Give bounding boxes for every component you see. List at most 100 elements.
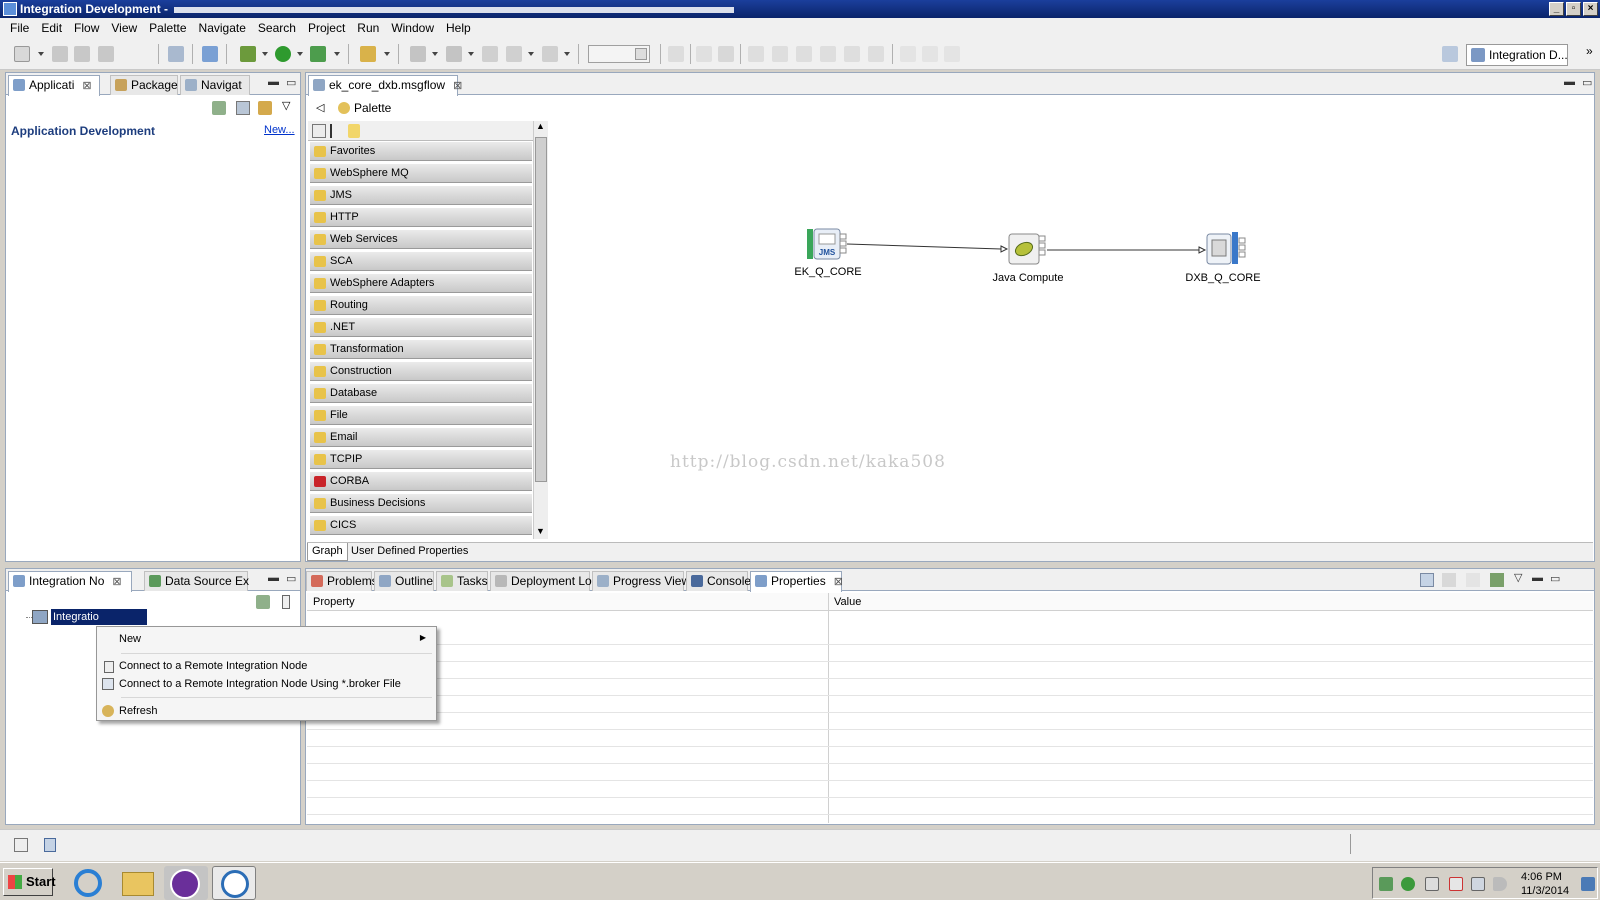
restore-icon[interactable]: ▫ — [1566, 2, 1581, 16]
view-menu-icon[interactable]: ▽ — [282, 99, 290, 112]
taskbar-explorer[interactable] — [116, 866, 160, 900]
maximize-view-icon[interactable]: ▭ — [286, 572, 296, 585]
zoom-dropdown[interactable] — [588, 45, 650, 63]
refresh-nodes-icon[interactable] — [256, 595, 270, 609]
tab-user-defined-properties[interactable]: User Defined Properties — [347, 543, 472, 561]
taskbar-internet-explorer[interactable] — [66, 866, 110, 900]
column-header-property[interactable]: Property — [313, 596, 355, 608]
palette-item-database[interactable]: Database — [310, 384, 532, 403]
sync-icon[interactable] — [212, 101, 226, 115]
node-dxb-q-core[interactable] — [1206, 232, 1246, 265]
tab-progress-view[interactable]: Progress View — [592, 571, 690, 591]
menu-edit[interactable]: Edit — [35, 21, 68, 35]
restore-default-icon[interactable] — [1466, 573, 1480, 587]
terminal-icon[interactable] — [1038, 235, 1046, 242]
menu-view[interactable]: View — [105, 21, 143, 35]
next-annotation-icon[interactable] — [410, 46, 426, 62]
grid-icon[interactable] — [696, 46, 712, 62]
minimize-view-icon[interactable]: ▬ — [1564, 76, 1575, 88]
palette-item-dotnet[interactable]: .NET — [310, 318, 532, 337]
match-width-icon[interactable] — [900, 46, 916, 62]
taskbar-globe-app[interactable] — [164, 866, 208, 900]
minimize-view-icon[interactable]: ▬ — [268, 572, 279, 584]
terminal-icon[interactable] — [1238, 244, 1246, 251]
close-icon[interactable]: ⊠ — [834, 576, 843, 588]
save-icon[interactable] — [52, 46, 68, 62]
palette-item-cics[interactable]: CICS — [310, 516, 532, 535]
minimize-view-icon[interactable]: ▬ — [1532, 572, 1543, 584]
palette-item-tcpip[interactable]: TCPIP — [310, 450, 532, 469]
menu-palette[interactable]: Palette — [143, 21, 192, 35]
tree-item-integration-nodes[interactable]: Integratio — [51, 609, 147, 625]
menu-window[interactable]: Window — [385, 21, 440, 35]
connection-icon[interactable] — [668, 46, 684, 62]
tab-data-source-explorer[interactable]: Data Source Ex — [144, 571, 249, 591]
collapse-all-icon[interactable] — [236, 101, 250, 115]
scroll-down-icon[interactable]: ▼ — [536, 526, 545, 536]
terminal-icon[interactable] — [839, 233, 847, 240]
close-icon[interactable]: ⊠ — [453, 80, 462, 92]
align-middle-icon[interactable] — [844, 46, 860, 62]
scroll-up-icon[interactable]: ▲ — [536, 121, 545, 131]
search-icon[interactable] — [360, 46, 376, 62]
palette-item-web-services[interactable]: Web Services — [310, 230, 532, 249]
palette-item-file[interactable]: File — [310, 406, 532, 425]
perspective-switcher[interactable]: Integration D... — [1466, 44, 1568, 66]
selection-tool-icon[interactable] — [312, 124, 326, 138]
clock-date[interactable]: 11/3/2014 — [1521, 885, 1569, 897]
tab-tasks[interactable]: Tasks — [436, 571, 488, 591]
minimize-view-icon[interactable]: ▬ — [268, 76, 279, 88]
tab-outline[interactable]: Outline — [374, 571, 434, 591]
open-perspective-icon[interactable] — [168, 46, 184, 62]
fast-view-icon[interactable] — [14, 838, 28, 852]
tray-volume-icon[interactable] — [1493, 877, 1507, 891]
show-desktop-icon[interactable] — [1581, 877, 1595, 891]
menu-navigate[interactable]: Navigate — [193, 21, 252, 35]
terminal-icon[interactable] — [839, 247, 847, 254]
link-with-editor-icon[interactable] — [258, 101, 272, 115]
scrollbar-thumb[interactable] — [535, 137, 547, 482]
previous-annotation-icon[interactable] — [446, 46, 462, 62]
terminal-icon[interactable] — [1038, 249, 1046, 256]
start-button[interactable]: Start — [3, 868, 56, 896]
pin-icon[interactable] — [1490, 573, 1504, 587]
forward-icon[interactable] — [542, 46, 558, 62]
filter-icon[interactable] — [1442, 573, 1456, 587]
palette-item-routing[interactable]: Routing — [310, 296, 532, 315]
tab-integration-nodes[interactable]: Integration No ⊠ — [8, 571, 132, 592]
connection-line[interactable] — [846, 243, 1002, 250]
back-icon[interactable] — [506, 46, 522, 62]
palette-item-websphere-mq[interactable]: WebSphere MQ — [310, 164, 532, 183]
minimize-icon[interactable]: _ — [1549, 2, 1564, 16]
last-edit-icon[interactable] — [482, 46, 498, 62]
chevron-left-icon[interactable]: ◁ — [316, 101, 324, 114]
close-icon[interactable]: × — [1583, 2, 1598, 16]
palette-item-transformation[interactable]: Transformation — [310, 340, 532, 359]
tab-deployment-log[interactable]: Deployment Log — [490, 571, 598, 591]
tab-ek-core-dxb-msgflow[interactable]: ek_core_dxb.msgflow ⊠ — [308, 75, 462, 96]
align-center-icon[interactable] — [772, 46, 788, 62]
snap-grid-icon[interactable] — [718, 46, 734, 62]
palette-item-websphere-adapters[interactable]: WebSphere Adapters — [310, 274, 532, 293]
menu-run[interactable]: Run — [351, 21, 385, 35]
align-left-icon[interactable] — [748, 46, 764, 62]
new-link[interactable]: New... — [264, 124, 295, 136]
menu-search[interactable]: Search — [252, 21, 302, 35]
node-ek-q-core[interactable]: JMS — [807, 228, 847, 260]
layout-icon[interactable] — [944, 46, 960, 62]
maximize-view-icon[interactable]: ▭ — [1582, 76, 1592, 89]
tray-network-icon[interactable] — [1471, 877, 1485, 891]
tab-package-explorer[interactable]: Package — [110, 75, 178, 95]
align-top-icon[interactable] — [820, 46, 836, 62]
node-java-compute[interactable] — [1008, 233, 1046, 265]
deploy-icon[interactable] — [202, 46, 218, 62]
taskbar-integration-toolkit[interactable] — [212, 866, 256, 900]
context-menu-refresh[interactable]: Refresh — [119, 705, 158, 717]
tab-properties[interactable]: Properties ⊠ — [750, 571, 843, 592]
palette-item-favorites[interactable]: Favorites — [310, 142, 532, 161]
palette-item-http[interactable]: HTTP — [310, 208, 532, 227]
palette-item-jms[interactable]: JMS — [310, 186, 532, 205]
maximize-view-icon[interactable]: ▭ — [286, 76, 296, 89]
new-icon[interactable] — [14, 46, 30, 62]
tab-graph[interactable]: Graph — [307, 543, 348, 561]
